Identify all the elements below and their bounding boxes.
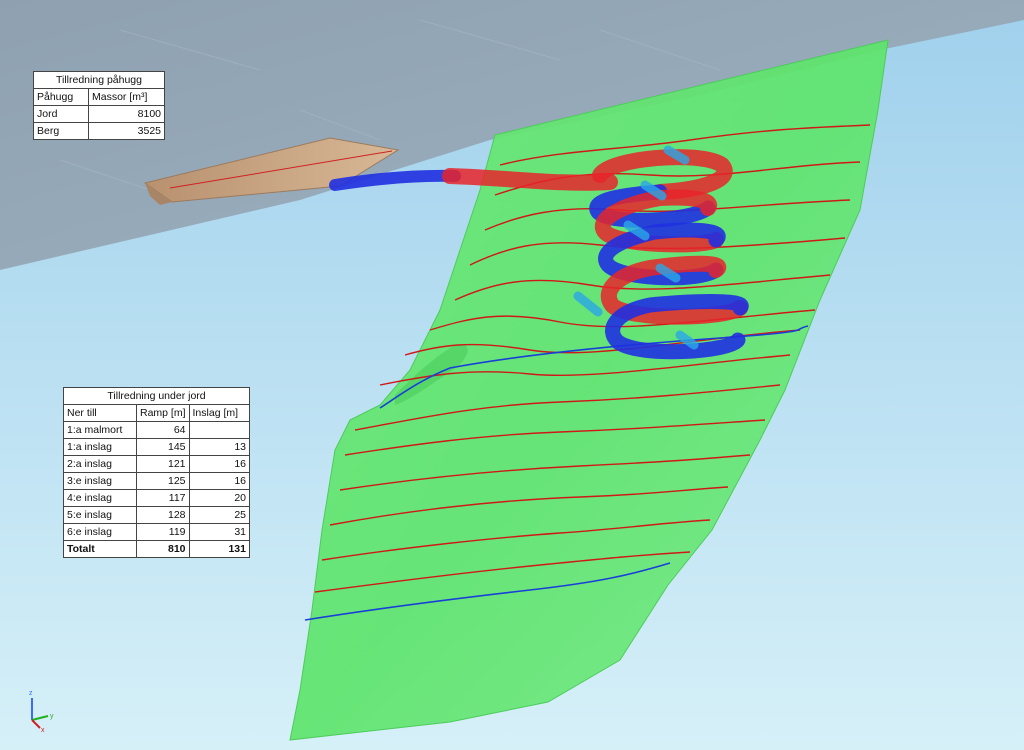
inslag-value: 16 bbox=[188, 472, 251, 490]
row-label: 5:e inslag bbox=[63, 506, 137, 524]
total-ramp: 810 bbox=[136, 540, 190, 558]
inslag-value: 31 bbox=[188, 523, 251, 541]
ramp-value: 119 bbox=[136, 523, 190, 541]
row-value: 3525 bbox=[88, 122, 165, 140]
ramp-value: 121 bbox=[136, 455, 190, 473]
row-label: 2:a inslag bbox=[63, 455, 137, 473]
table-tillredning-under-jord: Tillredning under jord Ner till Ramp [m]… bbox=[63, 387, 251, 558]
column-header: Inslag [m] bbox=[188, 404, 251, 422]
row-label: 6:e inslag bbox=[63, 523, 137, 541]
table-row: 1:a malmort 64 bbox=[63, 421, 251, 439]
column-header: Påhugg bbox=[33, 88, 89, 106]
row-label: 1:a malmort bbox=[63, 421, 137, 439]
total-inslag: 131 bbox=[188, 540, 251, 558]
inslag-value: 25 bbox=[188, 506, 251, 524]
table-row: 2:a inslag 121 16 bbox=[63, 455, 251, 473]
row-value: 8100 bbox=[88, 105, 165, 123]
inslag-value bbox=[188, 421, 251, 439]
row-label: Jord bbox=[33, 105, 89, 123]
table-total-row: Totalt 810 131 bbox=[63, 540, 251, 558]
row-label: 4:e inslag bbox=[63, 489, 137, 507]
ramp-value: 117 bbox=[136, 489, 190, 507]
total-label: Totalt bbox=[63, 540, 137, 558]
axis-label-z: z bbox=[29, 690, 33, 697]
table-title: Tillredning under jord bbox=[63, 387, 250, 405]
access-drift-red bbox=[442, 168, 618, 191]
inslag-value: 20 bbox=[188, 489, 251, 507]
table-tillredning-pahugg: Tillredning påhugg Påhugg Massor [m³] Jo… bbox=[33, 71, 165, 140]
ramp-value: 128 bbox=[136, 506, 190, 524]
table-row: Berg 3525 bbox=[33, 122, 165, 140]
row-label: 3:e inslag bbox=[63, 472, 137, 490]
column-header: Ramp [m] bbox=[136, 404, 190, 422]
axis-label-y: y bbox=[50, 713, 54, 720]
axis-label-x: x bbox=[41, 727, 45, 734]
ramp-value: 64 bbox=[136, 421, 190, 439]
table-row: Jord 8100 bbox=[33, 105, 165, 123]
table-row: 4:e inslag 117 20 bbox=[63, 489, 251, 507]
inslag-value: 13 bbox=[188, 438, 251, 456]
row-label: Berg bbox=[33, 122, 89, 140]
table-row: 6:e inslag 119 31 bbox=[63, 523, 251, 541]
table-row: 1:a inslag 145 13 bbox=[63, 438, 251, 456]
ramp-value: 125 bbox=[136, 472, 190, 490]
table-row: 3:e inslag 125 16 bbox=[63, 472, 251, 490]
row-label: 1:a inslag bbox=[63, 438, 137, 456]
column-header: Massor [m³] bbox=[88, 88, 165, 106]
column-header: Ner till bbox=[63, 404, 137, 422]
inslag-value: 16 bbox=[188, 455, 251, 473]
table-row: 5:e inslag 128 25 bbox=[63, 506, 251, 524]
table-title: Tillredning påhugg bbox=[33, 71, 165, 89]
ramp-value: 145 bbox=[136, 438, 190, 456]
